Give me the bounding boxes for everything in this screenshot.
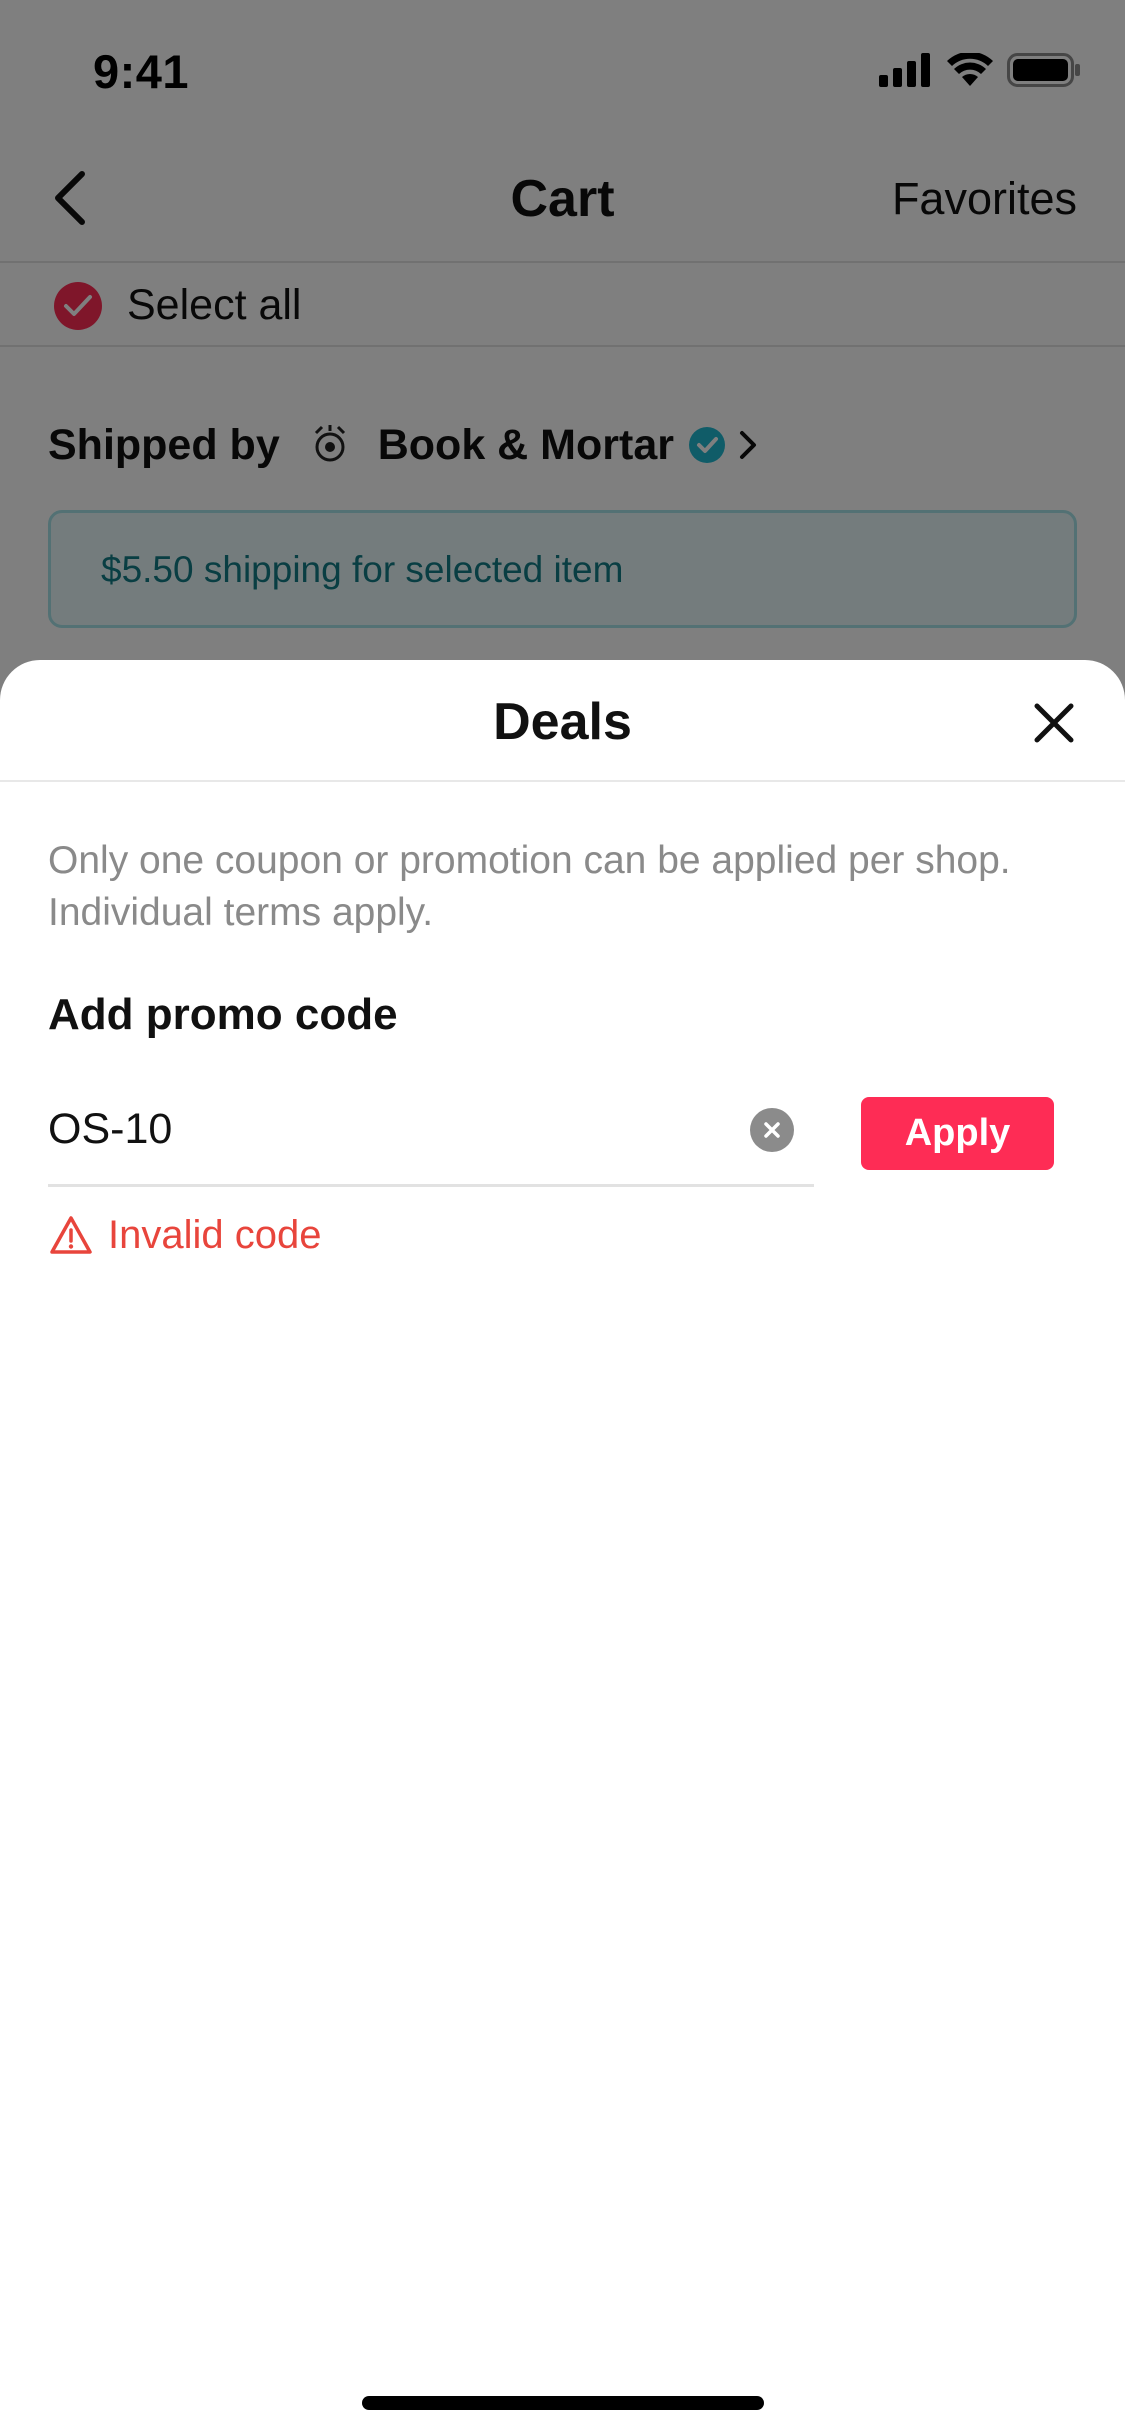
clear-input-button[interactable] — [750, 1108, 794, 1152]
coupon-notice: Only one coupon or promotion can be appl… — [48, 839, 1011, 934]
screen: 9:41 — [0, 0, 1125, 2436]
clear-icon — [764, 1122, 780, 1138]
promo-code-heading: Add promo code — [48, 990, 398, 1039]
error-text: Invalid code — [108, 1212, 322, 1257]
apply-button[interactable]: Apply — [861, 1097, 1054, 1170]
sheet-title: Deals — [493, 693, 632, 751]
warning-icon — [48, 1212, 94, 1258]
deals-sheet: Deals Only one coupon or promotion can b… — [0, 660, 1125, 2436]
error-message: Invalid code — [48, 1208, 321, 1262]
close-button[interactable] — [1019, 688, 1089, 758]
home-indicator — [362, 2396, 764, 2410]
sheet-header: Deals — [0, 660, 1125, 782]
promo-code-input[interactable] — [48, 1095, 728, 1163]
close-icon — [1034, 703, 1074, 743]
promo-code-field — [48, 1075, 814, 1187]
